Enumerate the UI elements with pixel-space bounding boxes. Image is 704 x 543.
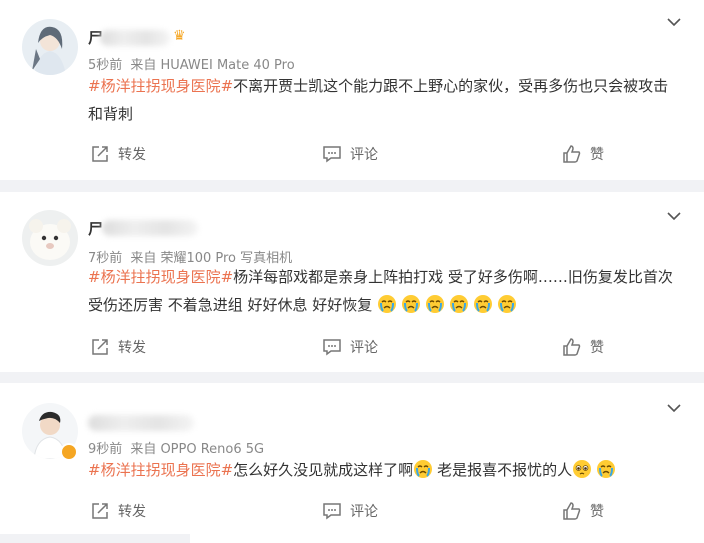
like-button[interactable]: 赞 <box>562 144 604 164</box>
repost-button[interactable]: 转发 <box>90 501 146 521</box>
comment-icon <box>323 146 341 163</box>
thumbs-up-icon <box>563 338 581 356</box>
pleading-emoji-icon <box>572 460 596 479</box>
source-prefix: 来自 <box>130 442 157 457</box>
repost-icon <box>92 339 108 355</box>
crying-emoji-icon <box>596 460 620 479</box>
repost-button[interactable]: 转发 <box>90 337 146 357</box>
comment-text: #杨洋拄拐现身医院#杨洋每部戏都是亲身上阵拍打戏 受了好多伤啊……旧伤复发比首次… <box>88 268 673 314</box>
crown-badge-icon: ♛ <box>173 28 186 44</box>
avatar[interactable] <box>22 210 78 266</box>
crying-emoji-icon <box>413 460 437 479</box>
thumbs-up-icon <box>563 145 581 163</box>
repost-icon <box>92 146 108 162</box>
comment-icon <box>323 339 341 356</box>
avatar[interactable] <box>22 19 78 75</box>
repost-button[interactable]: 转发 <box>90 144 146 164</box>
crying-emoji-icon <box>377 295 401 314</box>
chevron-down-icon[interactable] <box>666 206 682 225</box>
like-button[interactable]: 赞 <box>562 337 604 357</box>
comment-card-2: 尸 7秒前 来自 荣耀100 Pro 写真相机 #杨洋拄拐现身医院#杨洋每部戏都是… <box>0 192 704 372</box>
thumbs-up-icon <box>563 502 581 520</box>
comment-meta: 9秒前 来自 OPPO Reno6 5G <box>88 438 268 457</box>
topic-link[interactable]: #杨洋拄拐现身医院# <box>88 461 233 479</box>
repost-icon <box>92 503 108 519</box>
like-button[interactable]: 赞 <box>562 501 604 521</box>
source-prefix: 来自 <box>130 58 157 73</box>
bottom-edge-strip <box>190 534 704 543</box>
timestamp: 9秒前 <box>88 442 123 457</box>
device-source: HUAWEI Mate 40 Pro <box>160 58 295 73</box>
device-source: OPPO Reno6 5G <box>160 442 265 457</box>
comment-button[interactable]: 评论 <box>322 337 378 357</box>
crying-emoji-icon <box>497 295 521 314</box>
comment-card-3: 9秒前 来自 OPPO Reno6 5G #杨洋拄拐现身医院#怎么好久没见就成这样… <box>0 383 704 534</box>
crying-emoji-icon <box>473 295 497 314</box>
crying-emoji-icon <box>425 295 449 314</box>
comment-icon <box>323 503 341 520</box>
username[interactable]: 尸 <box>88 218 103 239</box>
verified-badge-icon <box>60 443 78 461</box>
timestamp: 5秒前 <box>88 58 123 73</box>
username-blur <box>88 415 194 431</box>
topic-link[interactable]: #杨洋拄拐现身医院# <box>88 77 233 95</box>
chevron-down-icon[interactable] <box>666 398 682 417</box>
comment-card-1: 尸 ♛ 5秒前 来自 HUAWEI Mate 40 Pro #杨洋拄拐现身医院#不… <box>0 0 704 180</box>
chevron-down-icon[interactable] <box>666 12 682 31</box>
comment-button[interactable]: 评论 <box>322 144 378 164</box>
username-blur <box>102 220 198 236</box>
comment-button[interactable]: 评论 <box>322 501 378 521</box>
username-blur <box>100 30 170 46</box>
comment-text: #杨洋拄拐现身医院#不离开贾士凯这个能力跟不上野心的家伙，受再多伤也只会被攻击 … <box>88 77 669 123</box>
comment-text: #杨洋拄拐现身医院#怎么好久没见就成这样了啊 老是报喜不报忧的人 <box>88 456 688 484</box>
crying-emoji-icon <box>401 295 425 314</box>
comment-meta: 5秒前 来自 HUAWEI Mate 40 Pro <box>88 54 299 73</box>
topic-link[interactable]: #杨洋拄拐现身医院# <box>88 268 233 286</box>
crying-emoji-icon <box>449 295 473 314</box>
